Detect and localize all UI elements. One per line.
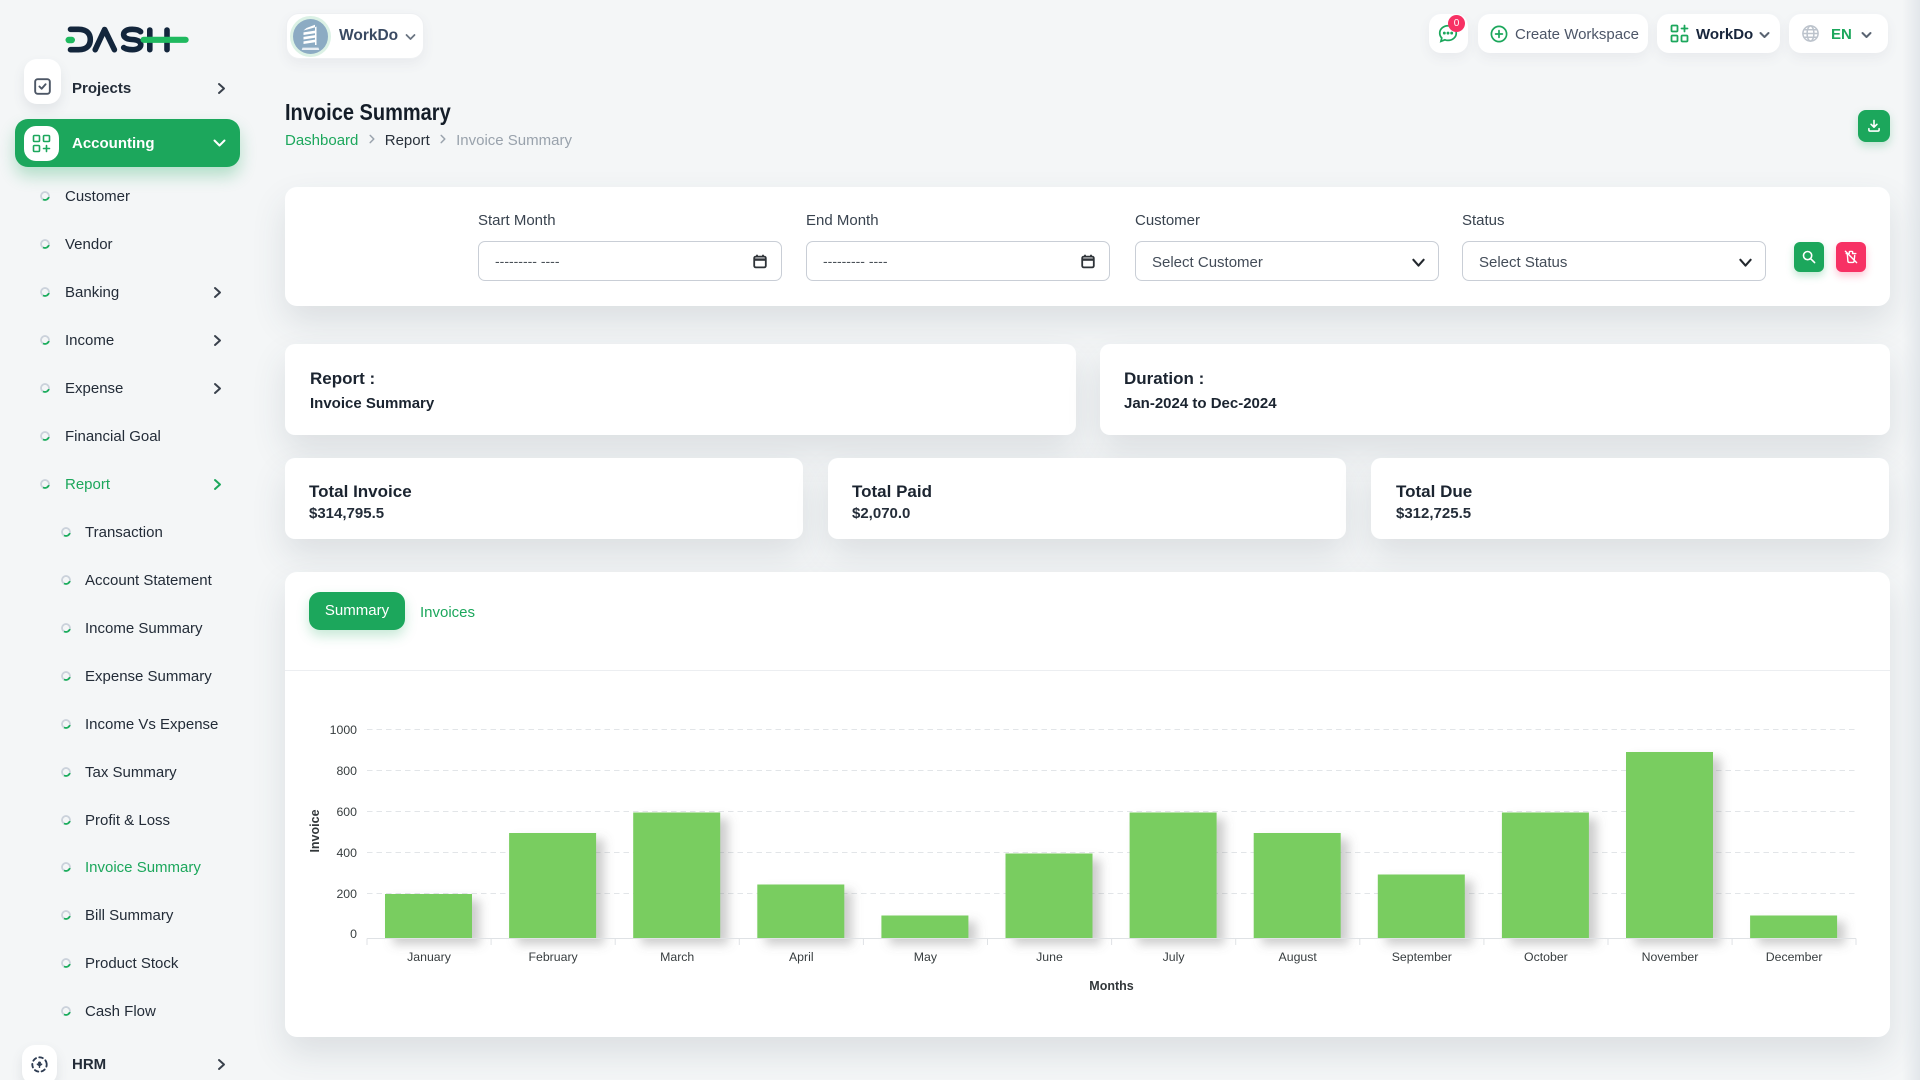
svg-text:August: August — [1279, 950, 1318, 964]
svg-text:November: November — [1642, 950, 1699, 964]
svg-text:January: January — [407, 950, 452, 964]
svg-text:Months: Months — [1089, 979, 1133, 993]
svg-text:December: December — [1766, 950, 1823, 964]
svg-text:April: April — [789, 950, 814, 964]
svg-text:July: July — [1163, 950, 1186, 964]
svg-text:600: 600 — [336, 805, 357, 819]
svg-text:March: March — [660, 950, 694, 964]
svg-text:200: 200 — [336, 887, 357, 901]
svg-text:May: May — [914, 950, 938, 964]
svg-text:February: February — [528, 950, 578, 964]
svg-text:800: 800 — [336, 764, 357, 778]
svg-text:Invoice: Invoice — [308, 809, 322, 852]
svg-text:400: 400 — [336, 846, 357, 860]
svg-text:October: October — [1524, 950, 1568, 964]
svg-text:0: 0 — [350, 927, 357, 941]
svg-text:June: June — [1036, 950, 1063, 964]
svg-text:1000: 1000 — [330, 723, 358, 737]
svg-text:September: September — [1392, 950, 1452, 964]
